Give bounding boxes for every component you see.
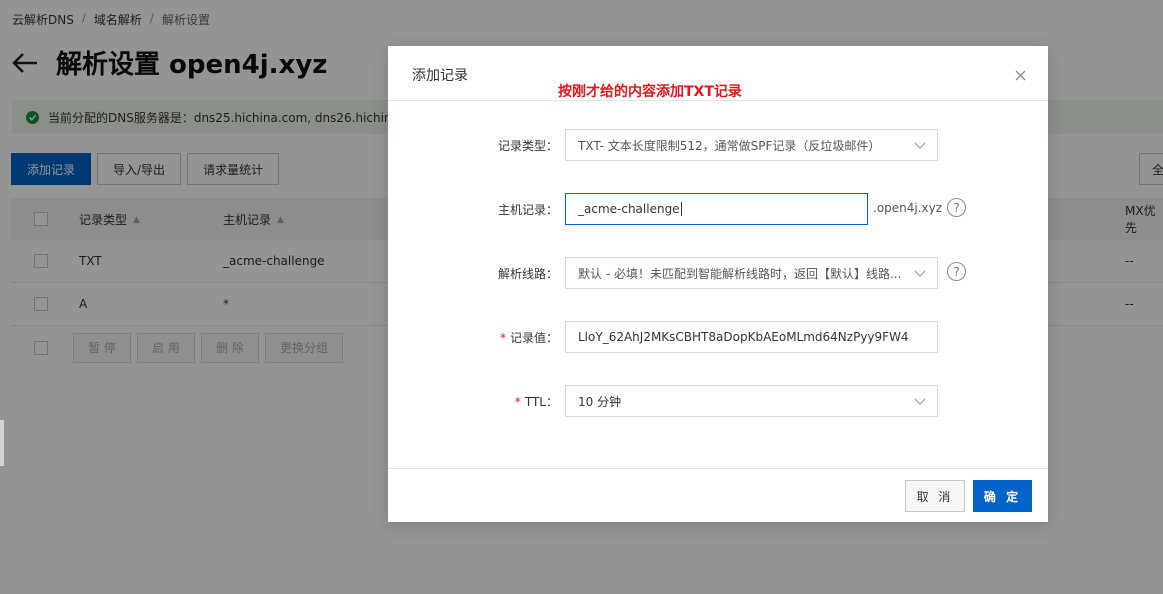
ttl-select[interactable]: 10 分钟	[565, 385, 938, 417]
help-icon[interactable]: ?	[947, 198, 966, 217]
ttl-row: * TTL： 10 分钟	[388, 385, 1048, 417]
record-type-select[interactable]: TXT- 文本长度限制512，通常做SPF记录（反垃圾邮件）	[565, 129, 938, 161]
help-icon[interactable]: ?	[947, 262, 966, 281]
line-label: 解析线路：	[497, 267, 558, 281]
host-record-input[interactable]: _acme-challenge	[565, 193, 868, 225]
dialog-header: 添加记录 按刚才给的内容添加TXT记录	[388, 46, 1048, 101]
line-select[interactable]: 默认 - 必填！未匹配到智能解析线路时，返回【默认】线路...	[565, 257, 938, 289]
record-value-row: * 记录值： LloY_62AhJ2MKsCBHT8aDopKbAEoMLmd64…	[388, 321, 1048, 353]
dialog-title: 添加记录	[412, 68, 468, 84]
record-value-label: * 记录值：	[499, 331, 558, 345]
record-value-input[interactable]: LloY_62AhJ2MKsCBHT8aDopKbAEoMLmd64NzPyy9…	[565, 321, 938, 353]
side-tab[interactable]	[0, 420, 4, 466]
chevron-down-icon	[914, 398, 926, 405]
host-domain-suffix: .open4j.xyz	[873, 201, 943, 215]
line-row: 解析线路： 默认 - 必填！未匹配到智能解析线路时，返回【默认】线路... ?	[388, 257, 1048, 289]
required-mark: *	[499, 331, 506, 345]
record-type-label: 记录类型：	[497, 139, 558, 153]
host-record-row: 主机记录： _acme-challenge .open4j.xyz ?	[388, 193, 1048, 225]
required-mark: *	[514, 395, 521, 409]
text-cursor	[680, 202, 682, 216]
confirm-button[interactable]: 确 定	[973, 480, 1032, 512]
cancel-button[interactable]: 取 消	[905, 480, 965, 512]
annotation-text: 按刚才给的内容添加TXT记录	[558, 84, 742, 100]
host-record-label: 主机记录：	[497, 203, 558, 217]
record-type-row: 记录类型： TXT- 文本长度限制512，通常做SPF记录（反垃圾邮件）	[388, 129, 1048, 161]
chevron-down-icon	[914, 142, 926, 149]
chevron-down-icon	[914, 270, 926, 277]
add-record-dialog: 添加记录 按刚才给的内容添加TXT记录 记录类型： TXT- 文本长度限制512…	[388, 46, 1048, 522]
ttl-label: * TTL：	[514, 395, 558, 409]
close-icon[interactable]	[1012, 67, 1028, 83]
